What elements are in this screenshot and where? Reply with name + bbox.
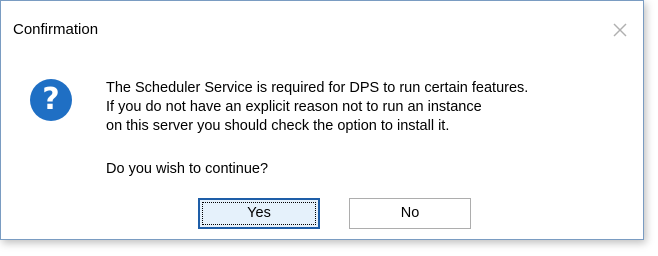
close-button[interactable] bbox=[603, 15, 637, 45]
dialog-body: ? The Scheduler Service is required for … bbox=[1, 61, 643, 239]
title-bar: Confirmation bbox=[1, 1, 643, 61]
no-button[interactable]: No bbox=[349, 198, 471, 229]
question-text: Do you wish to continue? bbox=[106, 161, 269, 177]
dialog-title: Confirmation bbox=[13, 21, 99, 38]
message-line: If you do not have an explicit reason no… bbox=[106, 99, 482, 115]
close-icon bbox=[613, 23, 627, 37]
confirmation-dialog: Confirmation ? The Scheduler Service is … bbox=[0, 0, 644, 240]
message-line: on this server you should check the opti… bbox=[106, 118, 450, 134]
yes-button[interactable]: Yes bbox=[198, 198, 320, 229]
question-icon: ? bbox=[30, 79, 72, 121]
message-line: The Scheduler Service is required for DP… bbox=[106, 80, 529, 96]
message-text: The Scheduler Service is required for DP… bbox=[106, 79, 636, 136]
